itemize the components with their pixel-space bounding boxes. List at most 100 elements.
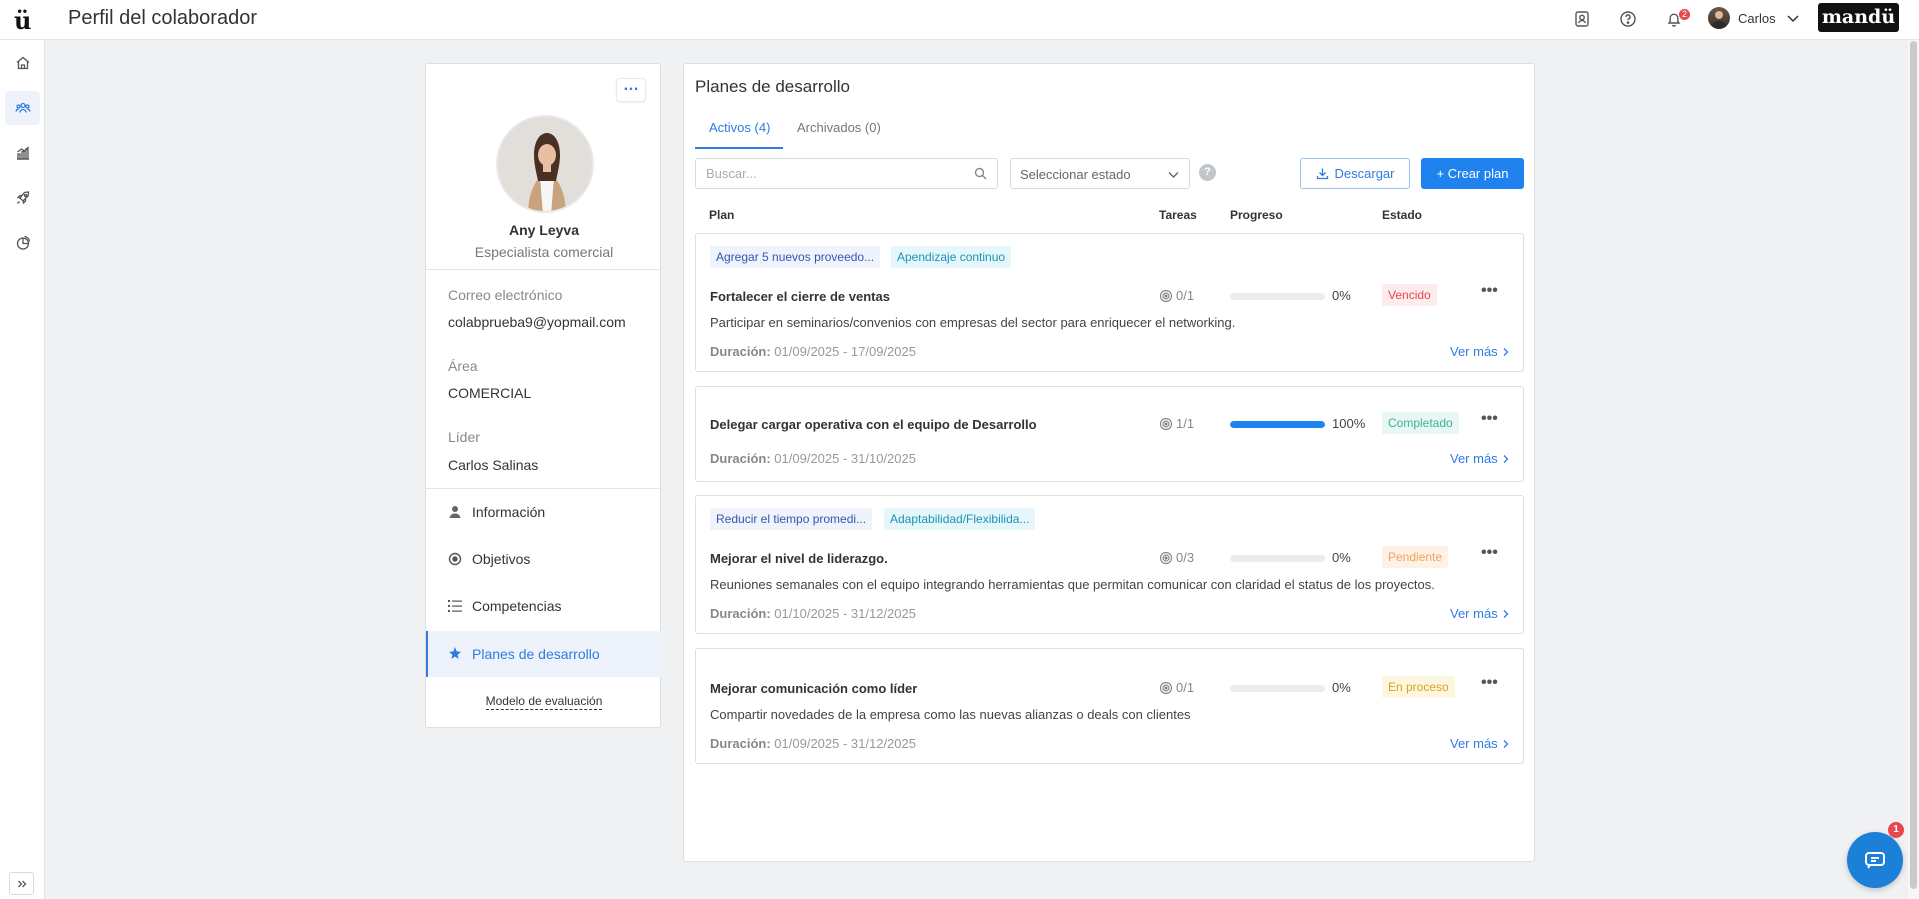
plan-card: Reducir el tiempo promedi... Adaptabilid… [695,495,1524,634]
menu-item-competencias[interactable]: Competencias [426,583,662,629]
top-bar: ü Perfil del colaborador 2 Carlos mandü [0,0,1919,40]
target-icon [1159,551,1173,564]
app-logo[interactable]: ü [14,6,31,35]
search-field[interactable] [695,158,998,189]
panel-title: Planes de desarrollo [695,77,850,96]
area-value: COMERCIAL [448,385,532,401]
menu-item-label: Objetivos [472,551,531,567]
objective-chip[interactable]: Reducir el tiempo promedi... [710,508,873,530]
profile-card: … Any Leyva Especialista comercial Corre… [425,63,662,728]
target-icon [448,552,464,566]
chat-button[interactable] [1847,832,1903,888]
help-icon[interactable] [1618,9,1638,29]
profile-options-button[interactable]: … [616,78,646,102]
menu-item-planes-de-desarrollo[interactable]: Planes de desarrollo [426,631,662,677]
competency-chip[interactable]: Apendizaje continuo [891,246,1012,268]
star-icon [448,647,464,661]
chat-icon [1865,852,1885,869]
status-badge: En proceso [1382,676,1455,698]
status-badge: Vencido [1382,284,1437,306]
expand-sidebar-button[interactable] [9,872,34,895]
profile-role: Especialista comercial [474,244,614,260]
left-nav [0,40,45,899]
plan-tasks: 0/1 [1159,288,1194,303]
profile-photo [496,115,594,213]
scrollbar-thumb[interactable] [1910,41,1917,889]
plan-duration: Duración: 01/10/2025 - 31/12/2025 [710,606,916,621]
competency-chip[interactable]: Adaptabilidad/Flexibilida... [884,508,1036,530]
search-input[interactable] [696,159,956,188]
divider [426,269,662,270]
user-name[interactable]: Carlos [1738,11,1776,26]
status-select[interactable]: Seleccionar estado [1010,158,1190,189]
plan-description: Participar en seminarios/convenios con e… [710,315,1236,330]
plan-tasks: 0/3 [1159,550,1194,565]
chevron-right-icon [1503,609,1509,618]
plan-name: Mejorar el nivel de liderazgo. [710,551,888,566]
progress-bar [1230,685,1325,692]
plan-options-button[interactable]: ••• [1481,282,1498,300]
pie-chart-icon[interactable] [5,226,40,260]
plan-options-button[interactable]: ••• [1481,674,1498,692]
profile-name: Any Leyva [508,222,580,238]
objective-chip[interactable]: Agregar 5 nuevos proveedo... [710,246,881,268]
plan-duration: Duración: 01/09/2025 - 17/09/2025 [710,344,916,359]
tab-activos[interactable]: Activos (4) [709,120,770,135]
plan-duration: Duración: 01/09/2025 - 31/12/2025 [710,736,916,751]
ver-mas-link[interactable]: Ver más [1450,606,1510,621]
download-icon [1316,168,1328,180]
menu-item-label: Información [472,504,546,520]
menu-item-label: Planes de desarrollo [472,646,600,662]
plan-name: Mejorar comunicación como líder [710,681,918,696]
menu-item-informacion[interactable]: Información [426,489,662,535]
progress-bar [1230,555,1325,562]
rocket-icon[interactable] [5,181,40,215]
target-icon [1159,417,1173,430]
analytics-icon[interactable] [5,136,40,170]
chevron-down-icon[interactable] [1785,10,1805,30]
menu-item-objetivos[interactable]: Objetivos [426,536,662,582]
plan-description: Compartir novedades de la empresa como l… [710,707,1191,722]
download-button[interactable]: Descargar [1300,158,1410,189]
help-icon[interactable]: ? [1199,164,1216,181]
menu-item-label: Competencias [472,598,562,614]
user-avatar[interactable] [1708,7,1730,29]
column-status: Estado [1382,208,1423,222]
leader-label: Líder [448,429,480,445]
page-title: Perfil del colaborador [68,7,257,29]
plan-tasks: 1/1 [1159,416,1194,431]
contacts-icon[interactable] [1572,9,1592,29]
progress-percent: 0% [1332,680,1351,695]
search-icon[interactable] [974,167,987,185]
target-icon [1159,681,1173,694]
progress-bar [1230,293,1325,300]
progress-percent: 0% [1332,288,1351,303]
ver-mas-link[interactable]: Ver más [1450,736,1510,751]
chat-badge: 1 [1888,822,1904,838]
notification-badge: 2 [1679,9,1691,20]
evaluation-model-link[interactable]: Modelo de evaluación [426,692,662,710]
progress-percent: 0% [1332,550,1351,565]
people-icon[interactable] [5,91,40,125]
user-icon [448,505,464,519]
target-icon [1159,289,1173,302]
development-plans-panel: Planes de desarrollo Activos (4) Archiva… [683,63,1535,862]
status-badge: Completado [1382,412,1459,434]
column-progress: Progreso [1230,208,1283,222]
home-icon[interactable] [5,46,40,80]
plan-name: Delegar cargar operativa con el equipo d… [710,417,1037,432]
progress-bar [1230,421,1325,428]
plan-options-button[interactable]: ••• [1481,544,1498,562]
plan-duration: Duración: 01/09/2025 - 31/10/2025 [710,451,916,466]
ver-mas-link[interactable]: Ver más [1450,451,1510,466]
progress-percent: 100% [1332,416,1366,431]
column-plan: Plan [709,208,735,222]
plan-options-button[interactable]: ••• [1481,410,1498,428]
status-badge: Pendiente [1382,546,1449,568]
chevron-right-icon [1503,739,1509,748]
chevron-right-icon [1503,347,1509,356]
tab-archivados[interactable]: Archivados (0) [797,120,881,135]
email-label: Correo electrónico [448,287,563,303]
create-plan-button[interactable]: + Crear plan [1421,158,1524,189]
ver-mas-link[interactable]: Ver más [1450,344,1510,359]
